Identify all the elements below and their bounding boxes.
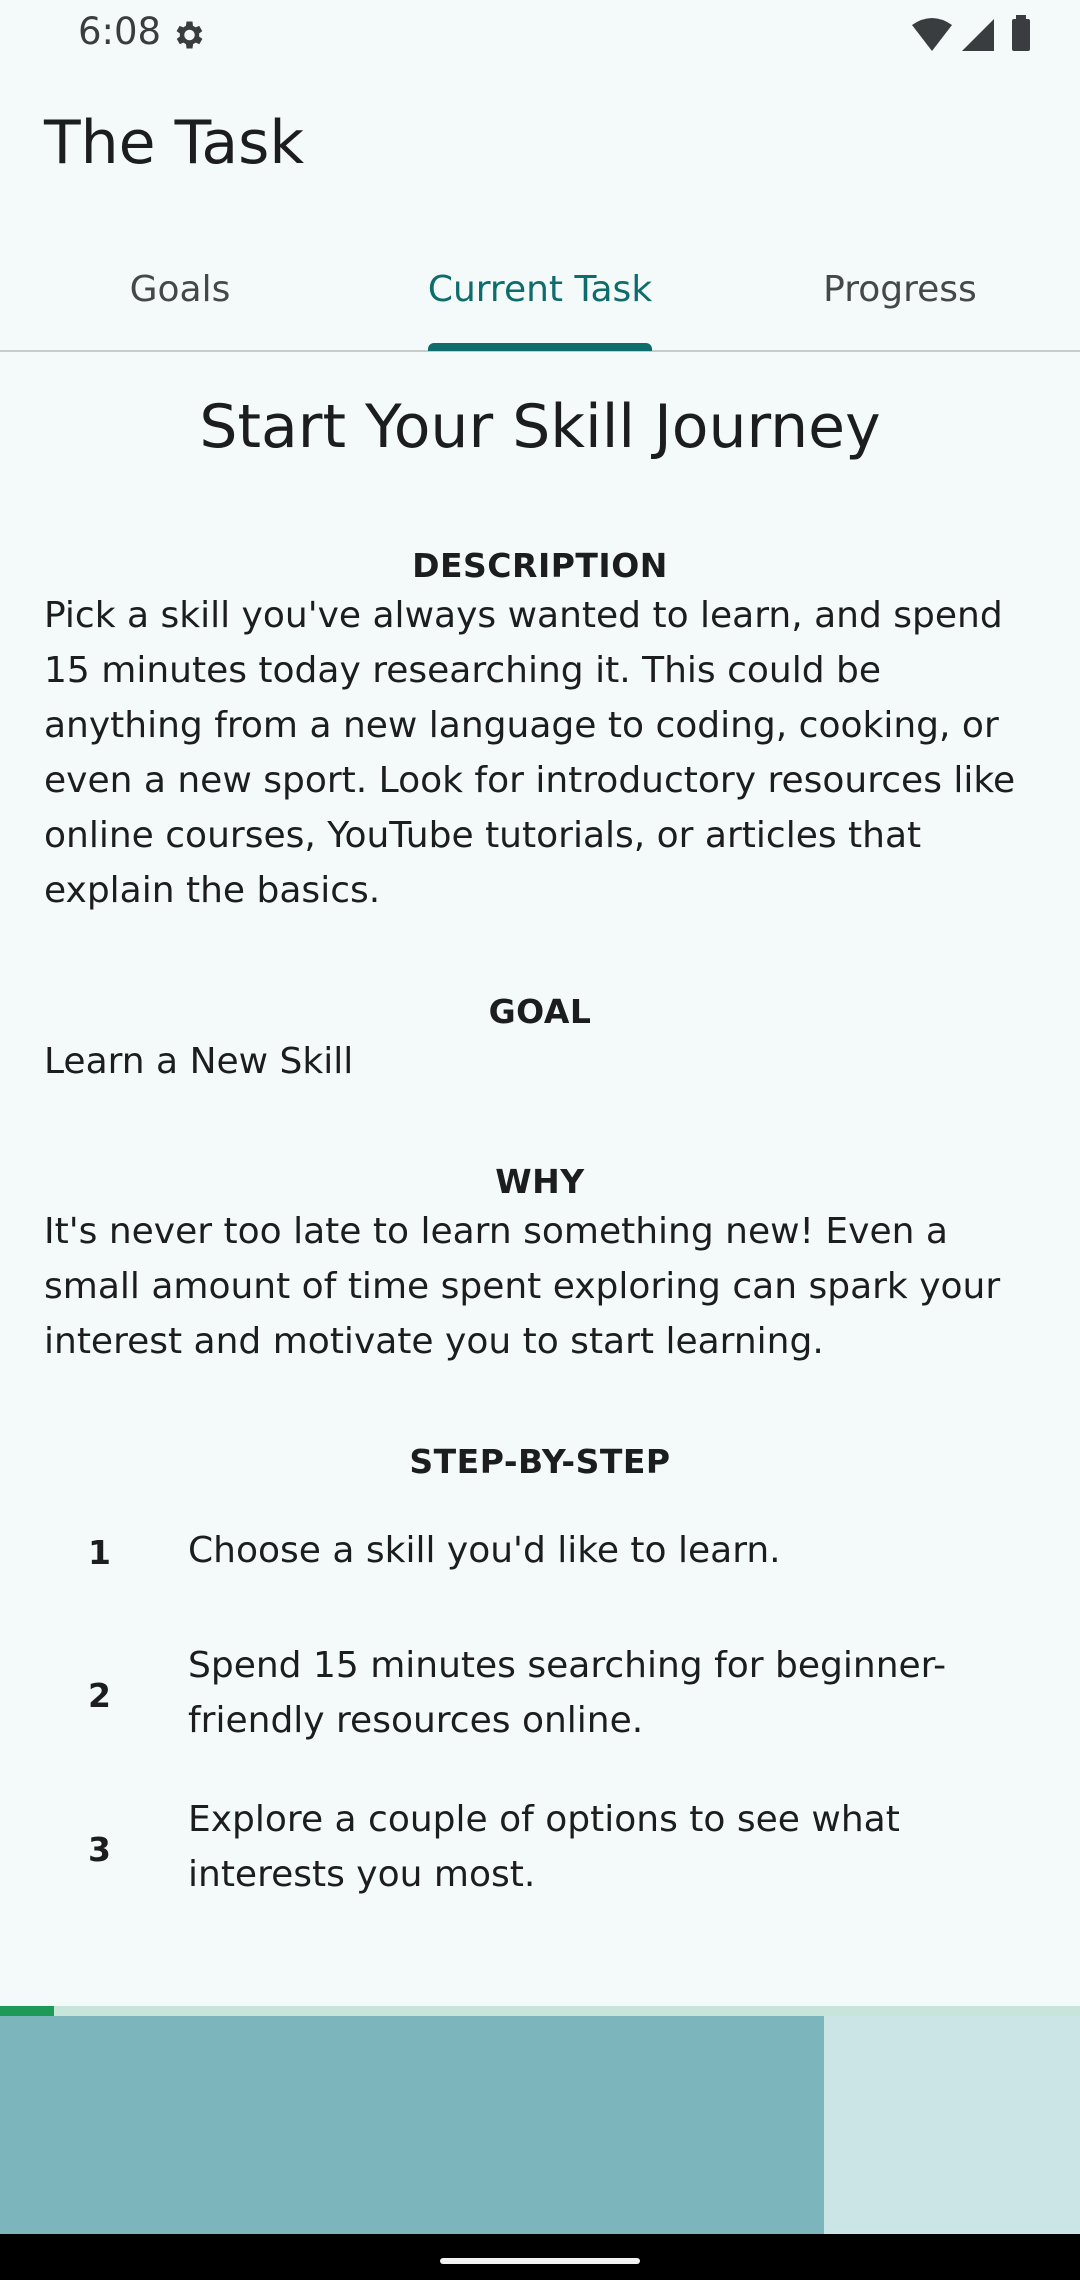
bottom-panel-primary[interactable]	[0, 2016, 824, 2234]
description-text: Pick a skill you've always wanted to lea…	[44, 595, 1016, 911]
steps-label: STEP-BY-STEP	[409, 1442, 671, 1481]
status-bar: 6:08	[0, 0, 1080, 70]
why-text: It's never too late to learn something n…	[44, 1211, 1001, 1362]
system-icons	[912, 15, 1030, 51]
bottom-panel-secondary[interactable]	[824, 2016, 1080, 2234]
step-number: 2	[88, 1676, 111, 1715]
timer-progress-bar	[0, 2006, 1080, 2016]
step-text: Spend 15 minutes searching for beginner-…	[188, 1645, 947, 1741]
signal-icon	[962, 19, 994, 51]
tab-progress[interactable]: Progress	[720, 228, 1080, 350]
wifi-icon	[912, 18, 952, 51]
step-number: 3	[88, 1830, 111, 1869]
tab-goals[interactable]: Goals	[0, 228, 360, 350]
status-time: 6:08	[78, 10, 162, 53]
step-number: 1	[88, 1533, 111, 1572]
description-label: DESCRIPTION	[412, 546, 668, 585]
timer-progress-fill	[0, 2006, 54, 2016]
goal-label: GOAL	[488, 992, 592, 1031]
step-text: Explore a couple of options to see what …	[188, 1799, 900, 1895]
why-label: WHY	[495, 1162, 585, 1201]
battery-icon	[1012, 19, 1030, 51]
task-heading: Start Your Skill Journey	[199, 392, 881, 462]
app-title: The Task	[44, 108, 305, 178]
tab-selected-indicator	[428, 343, 652, 351]
gear-icon	[176, 21, 203, 49]
navigation-bar	[0, 2234, 1080, 2280]
goal-text: Learn a New Skill	[44, 1041, 354, 1082]
tab-current-task[interactable]: Current Task	[360, 228, 720, 350]
tab-bar: Goals Current Task Progress	[0, 228, 1080, 352]
step-text: Choose a skill you'd like to learn.	[188, 1530, 781, 1571]
home-handle[interactable]	[440, 2258, 640, 2264]
